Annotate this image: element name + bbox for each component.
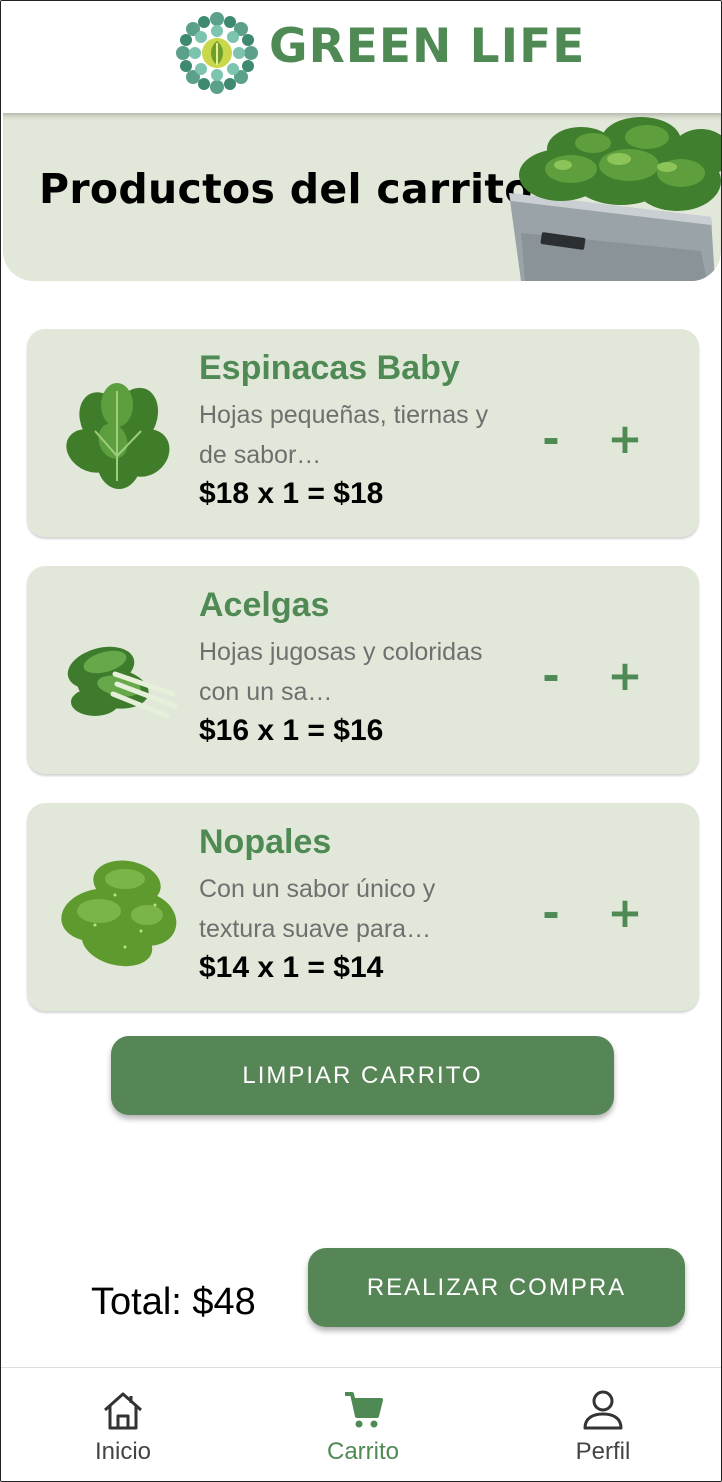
minus-icon: - [542,414,560,463]
app-screen: GREEN LIFE Productos del carrito Espinac… [0,0,722,1482]
item-description: Hojas jugosas y coloridas con un sa… [199,638,483,706]
brand-name: GREEN LIFE [269,19,586,74]
nav-label: Perfil [575,1438,631,1465]
item-description: Hojas pequeñas, tiernas y de sabor… [199,401,489,469]
decrease-quantity-button[interactable]: - [529,417,573,461]
checkout-button[interactable]: REALIZAR COMPRA [308,1248,685,1327]
cart-icon [345,1392,383,1428]
nav-item-perfil[interactable]: Perfil [523,1368,683,1481]
cart-item: Acelgas Hojas jugosas y coloridas con un… [27,566,699,774]
nav-label: Inicio [94,1438,152,1465]
plus-icon: + [607,651,643,700]
page-title: Productos del carrito [39,165,533,213]
top-bar: GREEN LIFE [1,1,721,113]
home-icon [104,1392,142,1430]
increase-quantity-button[interactable]: + [603,654,647,698]
logo-icon [176,12,258,94]
nav-label: Carrito [326,1438,399,1465]
spinach-image [66,383,170,489]
item-description: Con un sabor único y textura suave para… [199,875,436,943]
item-price: $18 x 1 = $18 [199,477,384,510]
plus-icon: + [607,414,643,463]
item-price: $14 x 1 = $14 [199,951,384,984]
bottom-nav: Inicio Carrito Perfil [1,1367,721,1481]
cart-total: Total: $48 [91,1281,256,1323]
item-name: Acelgas [199,586,330,624]
plus-icon: + [607,888,643,937]
nav-item-carrito[interactable]: Carrito [283,1368,443,1481]
increase-quantity-button[interactable]: + [603,417,647,461]
clear-cart-button[interactable]: LIMPIAR CARRITO [111,1036,614,1115]
nopales-image [61,860,177,967]
decrease-quantity-button[interactable]: - [529,891,573,935]
minus-icon: - [542,888,560,937]
cart-banner: Productos del carrito [3,113,721,281]
minus-icon: - [542,651,560,700]
cart-item: Nopales Con un sabor único y textura sua… [27,803,699,1011]
cart-item: Espinacas Baby Hojas pequeñas, tiernas y… [27,329,699,537]
item-price: $16 x 1 = $16 [199,714,384,747]
item-name: Espinacas Baby [199,349,460,387]
increase-quantity-button[interactable]: + [603,891,647,935]
user-icon [583,1390,623,1430]
nav-item-inicio[interactable]: Inicio [43,1368,203,1481]
lettuce-planter-image [509,117,721,281]
chard-image [67,646,178,719]
decrease-quantity-button[interactable]: - [529,654,573,698]
item-name: Nopales [199,823,332,861]
